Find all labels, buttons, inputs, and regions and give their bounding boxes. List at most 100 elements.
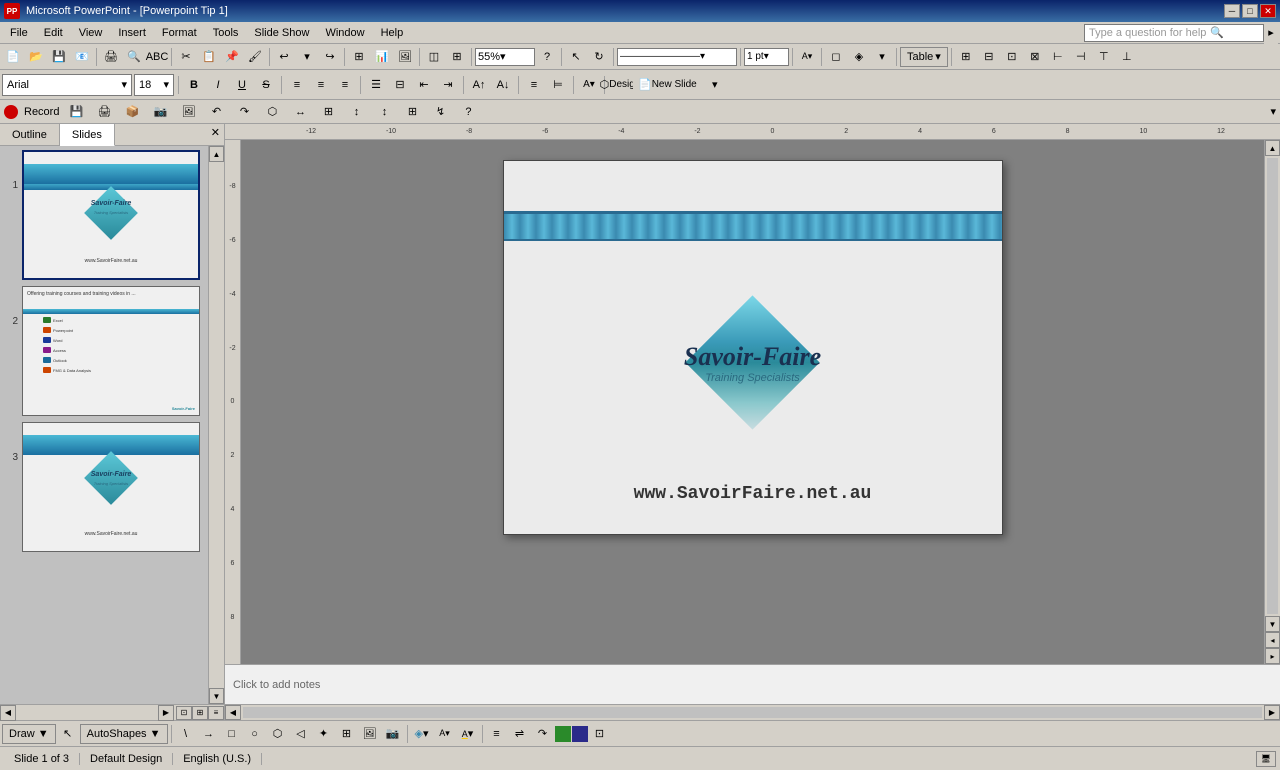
select-arrow[interactable]: ↖: [565, 46, 587, 68]
decrease-indent[interactable]: ⇤: [413, 74, 435, 96]
rec-btn8[interactable]: ⬡: [261, 101, 283, 123]
rec-btn6[interactable]: ↶: [205, 101, 227, 123]
hscroll-thumb[interactable]: [243, 707, 1262, 718]
shape-tool5[interactable]: 🖼: [359, 723, 381, 745]
align-center-button[interactable]: ≡: [310, 74, 332, 96]
italic-button[interactable]: I: [207, 74, 229, 96]
paste-button[interactable]: 📌: [221, 46, 243, 68]
shape-tool2[interactable]: ◁: [290, 723, 312, 745]
blue-box[interactable]: [572, 726, 588, 742]
menu-arrow-button[interactable]: ▸: [1264, 22, 1278, 44]
insert-chart[interactable]: 📊: [371, 46, 393, 68]
notes-area[interactable]: Click to add notes: [225, 664, 1280, 704]
spell-button[interactable]: ABC: [146, 46, 168, 68]
insert-clip[interactable]: 🖼: [394, 46, 416, 68]
slide-item-1[interactable]: 1 Savoir-Faire Training Specialists www.…: [4, 150, 204, 280]
vscroll-next-slide[interactable]: ▸: [1265, 648, 1280, 664]
text-size-down[interactable]: A↓: [492, 74, 514, 96]
main-vscrollbar[interactable]: ▲ ▼ ◂ ▸: [1264, 140, 1280, 664]
tbl-btn5[interactable]: ⊢: [1047, 46, 1069, 68]
hscroll-left[interactable]: ◀: [225, 705, 241, 720]
outline-view-btn[interactable]: ≡: [208, 706, 224, 720]
main-hscrollbar[interactable]: ◀ ▶: [225, 704, 1280, 720]
tab-outline[interactable]: Outline: [0, 124, 60, 145]
menu-tools[interactable]: Tools: [205, 23, 247, 43]
dash-style[interactable]: ≡: [486, 723, 508, 745]
line-color-tool[interactable]: A▾: [457, 723, 479, 745]
line-pt-combo[interactable]: 1 pt ▾: [744, 48, 789, 66]
menu-edit[interactable]: Edit: [36, 23, 71, 43]
text-size-up[interactable]: A↑: [468, 74, 490, 96]
align-left-button[interactable]: ≡: [286, 74, 308, 96]
rec-btn3[interactable]: 📦: [121, 101, 143, 123]
font-selector[interactable]: Arial ▾: [2, 74, 132, 96]
help-question-box[interactable]: Type a question for help 🔍: [1084, 24, 1264, 42]
vscroll-thumb[interactable]: [1267, 158, 1278, 614]
close-button[interactable]: ✕: [1260, 4, 1276, 18]
toolbar-expand-btn[interactable]: ▾: [704, 74, 726, 96]
slide-canvas[interactable]: Savoir-Faire Training Specialists www.Sa…: [503, 160, 1003, 535]
font-color-button[interactable]: A▾: [578, 74, 600, 96]
menu-format[interactable]: Format: [154, 23, 205, 43]
rec-btn5[interactable]: 🖼: [177, 101, 199, 123]
scroll-left-btn[interactable]: ◀: [0, 705, 16, 721]
undo-button[interactable]: ↩: [273, 46, 295, 68]
zoom-control[interactable]: 55% ▾: [475, 48, 535, 66]
record-collapse[interactable]: ▾: [1270, 105, 1276, 118]
line-tool[interactable]: \: [175, 723, 197, 745]
draw-button[interactable]: Draw ▼: [2, 724, 56, 744]
rec-btn12[interactable]: ↕: [373, 101, 395, 123]
rec-btn10[interactable]: ⊞: [317, 101, 339, 123]
slide-item-2[interactable]: 2 Offering training courses and training…: [4, 286, 204, 416]
menu-window[interactable]: Window: [317, 23, 372, 43]
rec-btn11[interactable]: ↕: [345, 101, 367, 123]
slide-item-3[interactable]: 3 Savoir-Faire Training Specialists www.…: [4, 422, 204, 552]
panel-scrollbar[interactable]: ▲ ▼: [208, 146, 224, 704]
arrow-style[interactable]: ⇌: [509, 723, 531, 745]
scroll-right-btn[interactable]: ▶: [158, 705, 174, 721]
print-button[interactable]: 🖨: [100, 46, 122, 68]
line-spacing[interactable]: ≡: [523, 74, 545, 96]
line-style-combo[interactable]: ———————— ▾: [617, 48, 737, 66]
rec-btn15[interactable]: ?: [457, 101, 479, 123]
slide-sorter-btn[interactable]: ⊞: [192, 706, 208, 720]
bullets-button[interactable]: ☰: [365, 74, 387, 96]
select-btn[interactable]: ↖: [57, 723, 79, 745]
design-button[interactable]: ⬡ Design: [609, 74, 631, 96]
menu-slideshow[interactable]: Slide Show: [246, 23, 317, 43]
grid-btn[interactable]: ⊞: [446, 46, 468, 68]
rotate-3d[interactable]: ↷: [532, 723, 554, 745]
tbl-btn3[interactable]: ⊡: [1001, 46, 1023, 68]
redo-button[interactable]: ↪: [319, 46, 341, 68]
format-painter[interactable]: 🖌: [244, 46, 266, 68]
cut-button[interactable]: ✂: [175, 46, 197, 68]
slide-thumb-1[interactable]: Savoir-Faire Training Specialists www.Sa…: [22, 150, 200, 280]
effects-btn[interactable]: ◈: [848, 46, 870, 68]
shadow-btn[interactable]: ◻: [825, 46, 847, 68]
rect-tool[interactable]: □: [221, 723, 243, 745]
vscroll-prev-slide[interactable]: ◂: [1265, 632, 1280, 648]
numbering-button[interactable]: ⊟: [389, 74, 411, 96]
green-box[interactable]: [555, 726, 571, 742]
minimize-button[interactable]: ─: [1224, 4, 1240, 18]
rec-btn4[interactable]: 📷: [149, 101, 171, 123]
ellipse-tool[interactable]: ○: [244, 723, 266, 745]
extra-tool[interactable]: ⊡: [589, 723, 611, 745]
slide-thumb-2[interactable]: Offering training courses and training v…: [22, 286, 200, 416]
hscroll-right[interactable]: ▶: [1264, 705, 1280, 720]
expand-btn[interactable]: ◫: [423, 46, 445, 68]
save-button[interactable]: 💾: [48, 46, 70, 68]
shape-tool3[interactable]: ✦: [313, 723, 335, 745]
shape-tool1[interactable]: ⬡: [267, 723, 289, 745]
tbl-btn7[interactable]: ⊤: [1093, 46, 1115, 68]
tbl-btn2[interactable]: ⊟: [978, 46, 1000, 68]
rec-btn1[interactable]: 💾: [65, 101, 87, 123]
undo-arrow[interactable]: ▾: [296, 46, 318, 68]
tbl-btn8[interactable]: ⊥: [1116, 46, 1138, 68]
rec-btn7[interactable]: ↷: [233, 101, 255, 123]
rec-btn9[interactable]: ↔: [289, 101, 311, 123]
align-right-button[interactable]: ≡: [334, 74, 356, 96]
shadow-tool[interactable]: ◈ ▾: [411, 723, 433, 745]
font-size-selector[interactable]: 18 ▾: [134, 74, 174, 96]
shape-tool6[interactable]: 📷: [382, 723, 404, 745]
